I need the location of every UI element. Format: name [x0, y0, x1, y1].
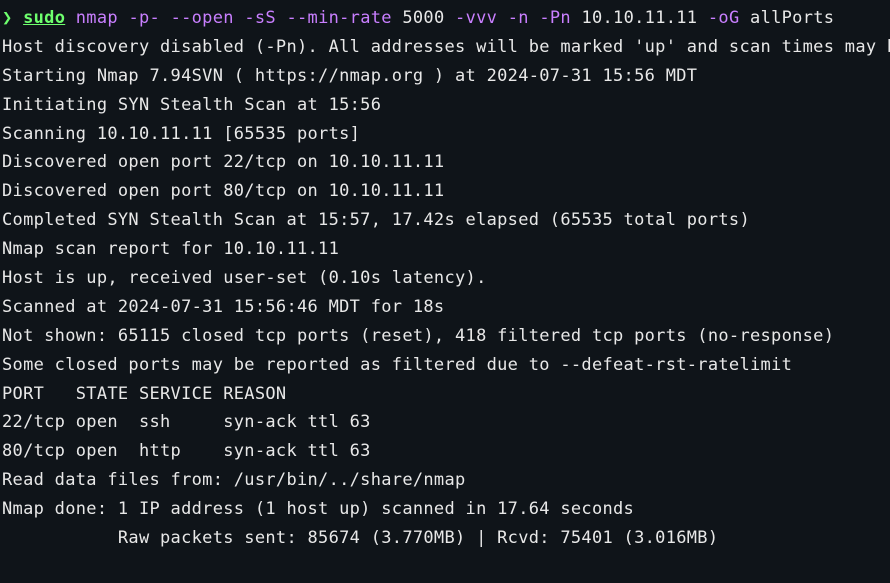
output-line: 22/tcp open ssh syn-ack ttl 63 [2, 408, 890, 437]
output-line: Not shown: 65115 closed tcp ports (reset… [2, 322, 890, 351]
output-line: PORT STATE SERVICE REASON [2, 380, 890, 409]
cmd-segment-0: nmap -p- --open -sS --min-rate [65, 8, 402, 28]
cmd-segment-5: allPorts [750, 8, 834, 28]
output-line: Nmap scan report for 10.10.11.11 [2, 235, 890, 264]
prompt-space [13, 8, 24, 28]
output-line: Raw packets sent: 85674 (3.770MB) | Rcvd… [2, 524, 890, 553]
output-line: Discovered open port 22/tcp on 10.10.11.… [2, 148, 890, 177]
cmd-segment-4: -oG [697, 8, 750, 28]
output-line: Read data files from: /usr/bin/../share/… [2, 466, 890, 495]
prompt-line[interactable]: ❯ sudo nmap -p- --open -sS --min-rate 50… [2, 4, 890, 33]
output-line: Some closed ports may be reported as fil… [2, 351, 890, 380]
output-line: Discovered open port 80/tcp on 10.10.11.… [2, 177, 890, 206]
prompt-symbol: ❯ [2, 8, 13, 28]
sudo-command: sudo [23, 8, 65, 28]
output-line: Starting Nmap 7.94SVN ( https://nmap.org… [2, 62, 890, 91]
output-line: Scanning 10.10.11.11 [65535 ports] [2, 120, 890, 149]
output-line: Initiating SYN Stealth Scan at 15:56 [2, 91, 890, 120]
output-line: Completed SYN Stealth Scan at 15:57, 17.… [2, 206, 890, 235]
output-line: Host is up, received user-set (0.10s lat… [2, 264, 890, 293]
cmd-segment-1: 5000 [402, 8, 444, 28]
output-line: Host discovery disabled (-Pn). All addre… [2, 33, 890, 62]
output-line: Scanned at 2024-07-31 15:56:46 MDT for 1… [2, 293, 890, 322]
output-line: 80/tcp open http syn-ack ttl 63 [2, 437, 890, 466]
cmd-segment-3: 10.10.11.11 [581, 8, 697, 28]
cmd-segment-2: -vvv -n -Pn [445, 8, 582, 28]
output-line: Nmap done: 1 IP address (1 host up) scan… [2, 495, 890, 524]
